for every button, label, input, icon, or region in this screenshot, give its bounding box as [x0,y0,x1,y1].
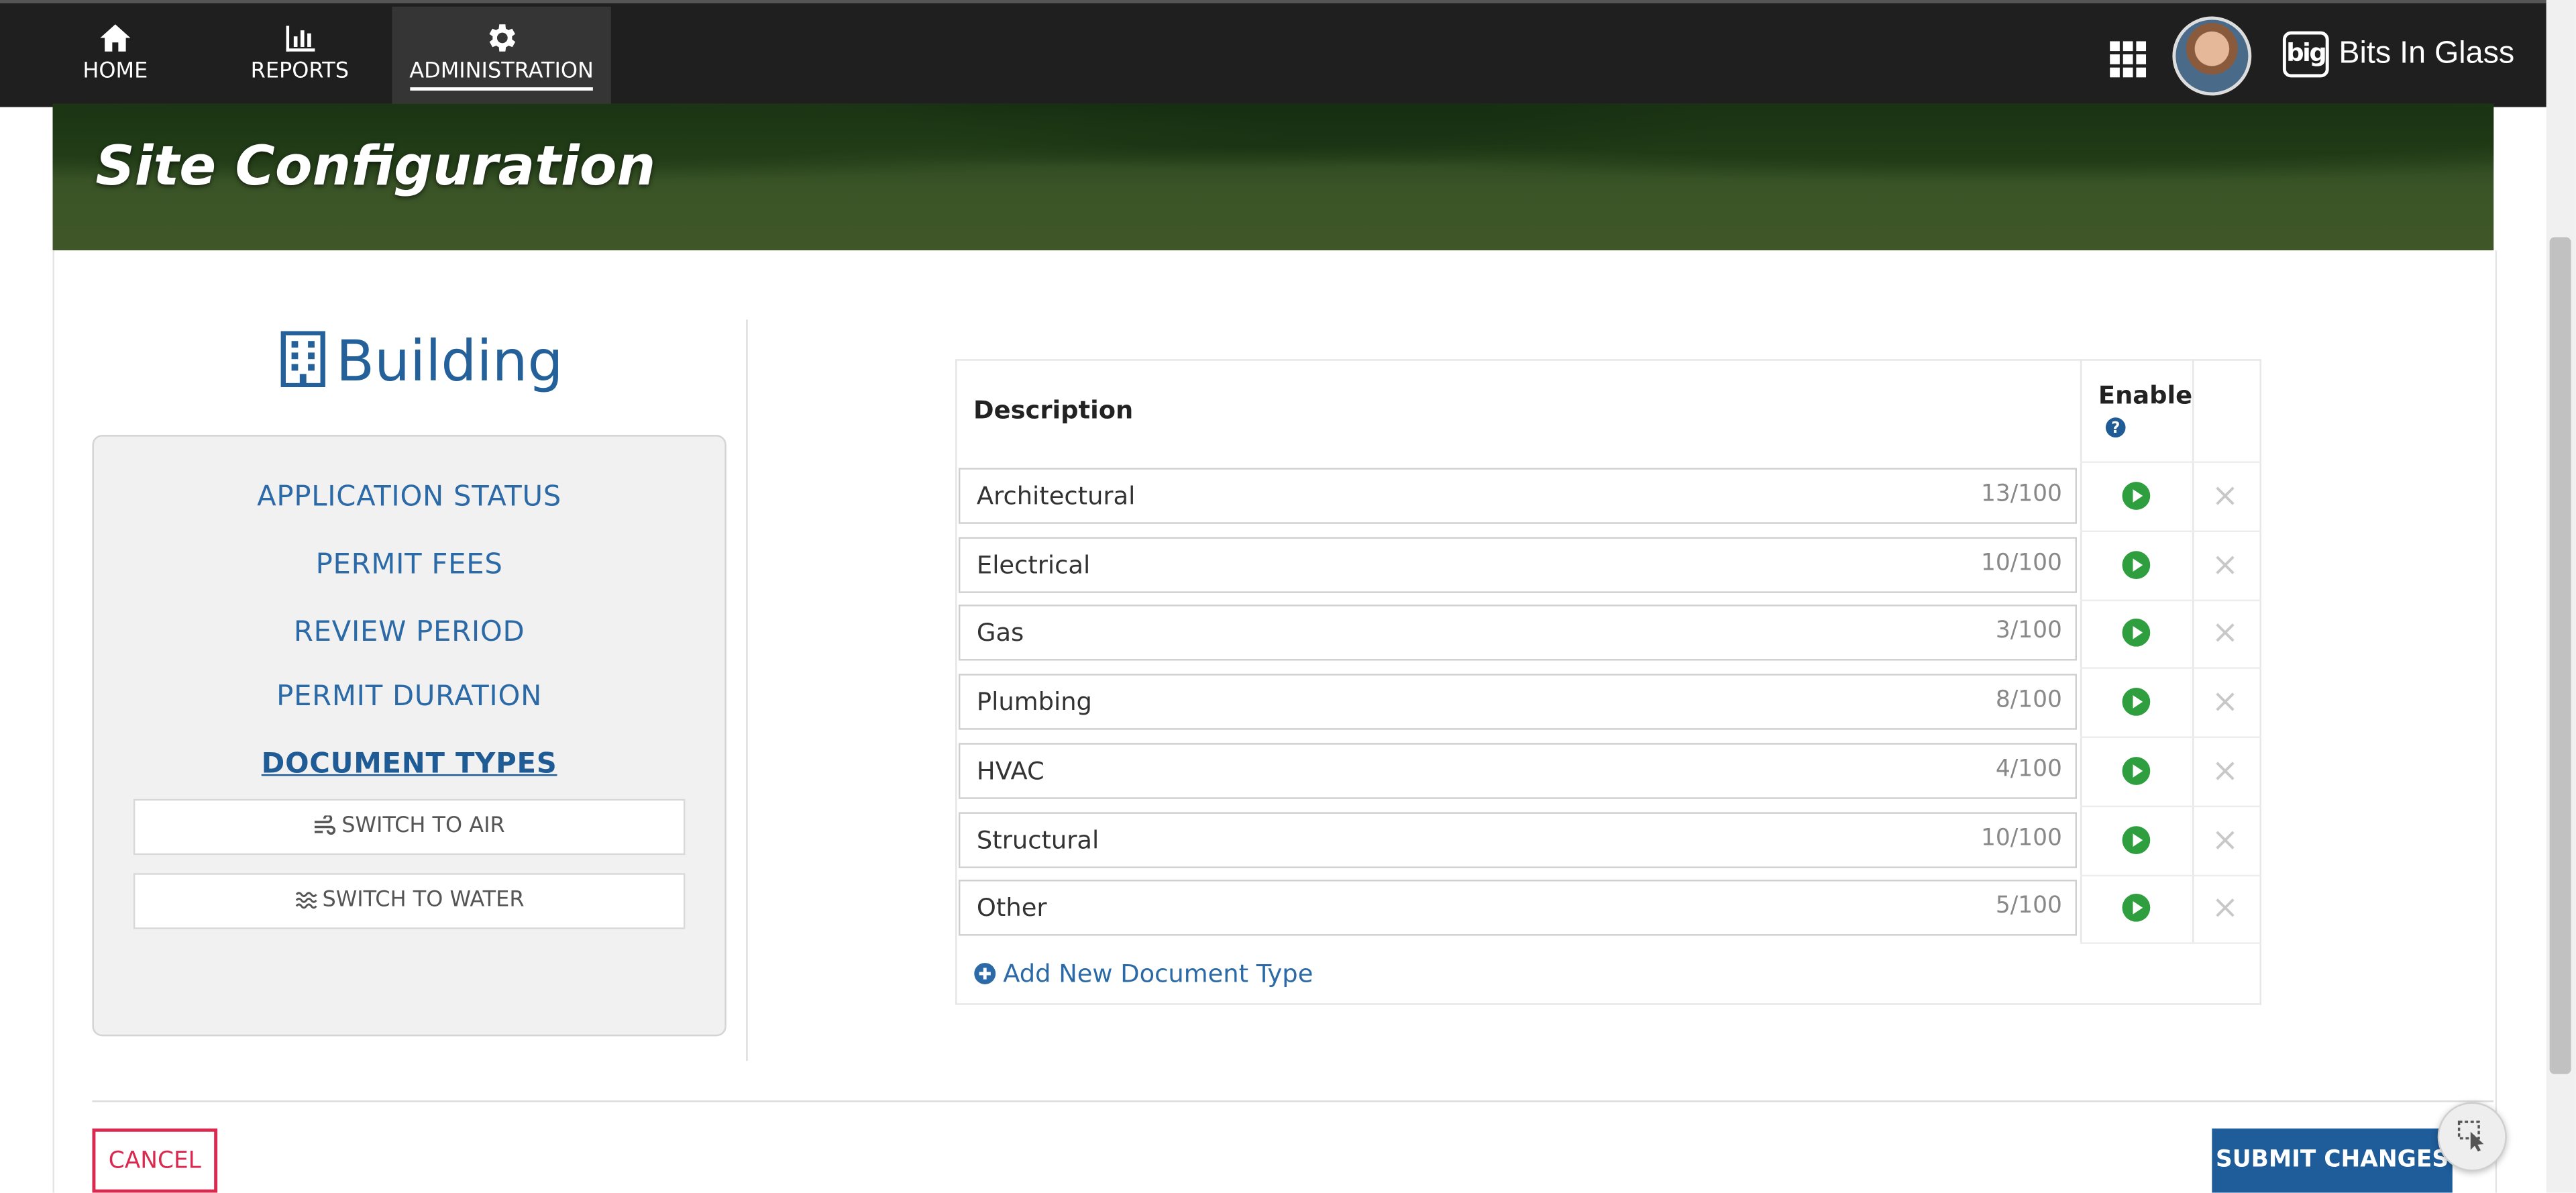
top-nav-bar: HOME REPORTS ADMINISTRATION big Bits In … [0,0,2546,107]
document-type-value: HVAC [976,756,1044,786]
nav-administration[interactable]: ADMINISTRATION [392,6,611,106]
enable-toggle-icon[interactable] [2121,618,2151,647]
document-type-value: Electrical [976,550,1091,580]
table-row-separator [2080,530,2261,533]
enable-toggle-icon[interactable] [2121,756,2151,786]
document-type-value: Structural [976,825,1099,855]
nav-home[interactable]: HOME [58,7,173,105]
sidebar-link-permit-duration[interactable]: PERMIT DURATION [92,680,726,713]
sidebar-panel [92,435,727,1037]
cancel-button[interactable]: CANCEL [92,1128,218,1193]
enable-toggle-icon[interactable] [2121,687,2151,717]
user-avatar[interactable] [2172,16,2252,96]
delete-icon[interactable] [2214,621,2237,644]
table-row-separator [2080,942,2261,944]
sidebar-link-document-types[interactable]: DOCUMENT TYPES [92,748,726,781]
character-count: 8/100 [1995,686,2062,714]
enable-toggle-icon[interactable] [2121,550,2151,580]
table-row-separator [2080,874,2261,877]
delete-icon[interactable] [2214,554,2237,576]
document-type-input[interactable]: Gas 3/100 [958,605,2078,661]
document-type-input[interactable]: Architectural 13/100 [958,468,2078,524]
character-count: 10/100 [1980,550,2062,577]
nav-reports[interactable]: REPORTS [244,7,356,105]
switch-to-water-label: SWITCH TO WATER [322,888,525,913]
delete-icon[interactable] [2214,896,2237,919]
submit-changes-button[interactable]: SUBMIT CHANGES [2212,1128,2453,1193]
table-column-divider [2192,359,2194,943]
table-row-separator [2080,461,2261,463]
svg-text:?: ? [2111,419,2120,437]
footer-divider [92,1100,2494,1102]
sidebar-link-application-status[interactable]: APPLICATION STATUS [92,481,726,514]
document-type-input[interactable]: HVAC 4/100 [958,743,2078,799]
character-count: 3/100 [1995,617,2062,644]
switch-to-water-button[interactable]: SWITCH TO WATER [133,873,686,929]
page-title: Site Configuration [95,133,656,198]
delete-icon[interactable] [2214,484,2237,507]
table-column-divider [2080,359,2082,943]
sidebar-link-review-period[interactable]: REVIEW PERIOD [92,616,726,649]
document-type-input[interactable]: Plumbing 8/100 [958,674,2078,730]
enable-toggle-icon[interactable] [2121,481,2151,511]
document-type-value: Other [976,892,1047,923]
bar-chart-icon [286,25,315,52]
apps-grid-icon[interactable] [2110,41,2147,78]
add-document-type-link[interactable]: Add New Document Type [973,959,1313,988]
cursor-select-icon [2457,1121,2484,1152]
enable-toggle-icon[interactable] [2121,893,2151,923]
delete-icon[interactable] [2214,690,2237,713]
help-icon[interactable]: ? [2105,417,2127,438]
vertical-divider [746,319,748,1061]
nav-reports-label: REPORTS [250,59,350,85]
floating-action-button[interactable] [2437,1102,2507,1172]
nav-home-label: HOME [83,59,148,85]
building-heading-text: Building [335,329,564,396]
column-header-enable: Enable [2098,380,2193,411]
gear-icon [488,24,515,52]
character-count: 13/100 [1980,480,2062,508]
nav-administration-label: ADMINISTRATION [409,59,594,91]
document-type-value: Gas [976,617,1024,647]
document-type-input[interactable]: Electrical 10/100 [958,537,2078,593]
hero-banner: Site Configuration [52,103,2494,251]
character-count: 10/100 [1980,825,2062,852]
add-document-type-label: Add New Document Type [1003,958,1313,989]
document-type-input[interactable]: Structural 10/100 [958,812,2078,868]
delete-icon[interactable] [2214,829,2237,851]
wind-icon [315,815,337,835]
table-row-separator [2080,805,2261,808]
switch-to-air-button[interactable]: SWITCH TO AIR [133,798,686,855]
home-icon [100,24,131,52]
table-row-separator [2080,599,2261,602]
switch-to-air-label: SWITCH TO AIR [341,813,505,839]
document-type-value: Architectural [976,480,1136,511]
enable-toggle-icon[interactable] [2121,825,2151,855]
building-icon [280,331,325,387]
delete-icon[interactable] [2214,760,2237,782]
document-type-value: Plumbing [976,686,1092,717]
sidebar-link-permit-fees[interactable]: PERMIT FEES [92,549,726,582]
character-count: 4/100 [1995,756,2062,783]
document-type-input[interactable]: Other 5/100 [958,880,2078,936]
character-count: 5/100 [1995,892,2062,920]
brand-name: Bits In Glass [2339,36,2515,71]
page: HOME REPORTS ADMINISTRATION big Bits In … [0,0,2576,1193]
scrollbar-thumb[interactable] [2549,237,2571,1074]
plus-circle-icon [974,963,996,984]
column-header-description: Description [973,395,1134,425]
water-icon [294,892,317,909]
table-row-separator [2080,736,2261,738]
building-heading: Building [280,329,564,396]
brand-logo: big [2282,31,2329,78]
table-row-separator [2080,667,2261,669]
